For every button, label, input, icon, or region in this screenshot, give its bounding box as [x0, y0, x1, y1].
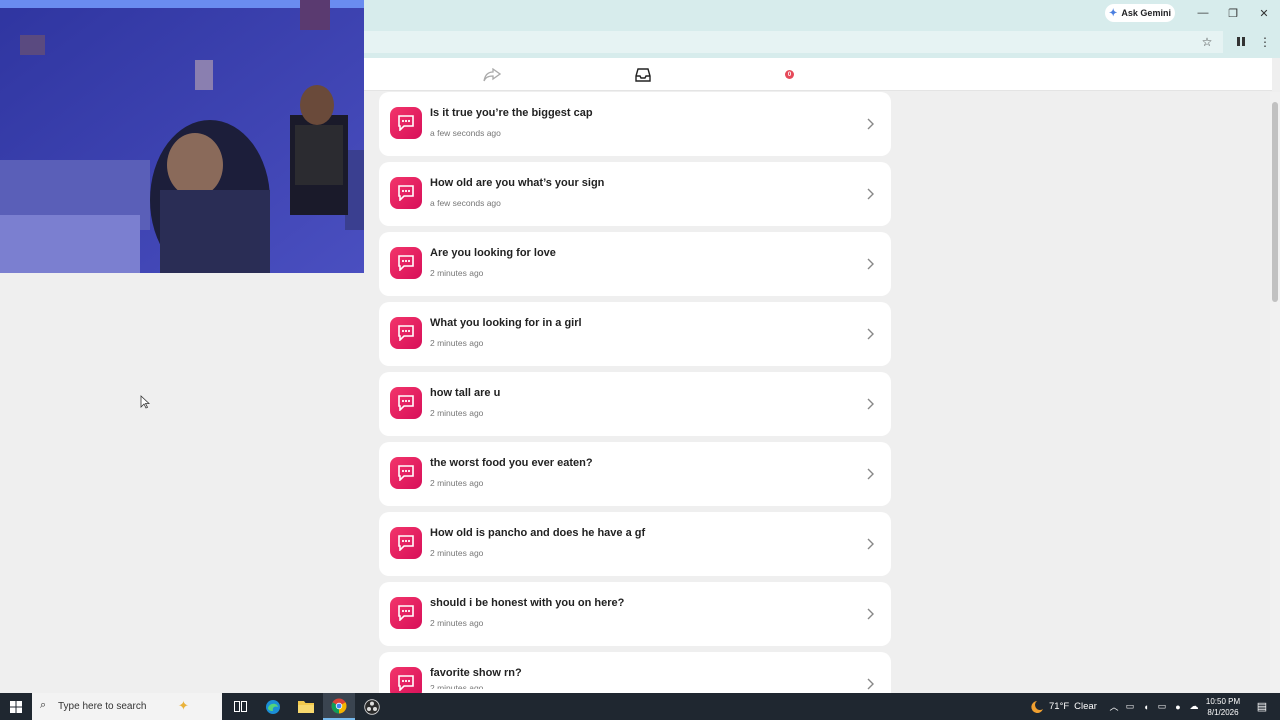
clock-date: 8/1/2026: [1207, 708, 1239, 717]
chrome-icon[interactable]: [323, 693, 355, 720]
question-card[interactable]: favorite show rn? 2 minutes ago: [379, 652, 891, 699]
webcam-overlay: [0, 0, 364, 273]
message-icon: [390, 107, 422, 139]
chevron-right-icon: [867, 328, 874, 340]
chevron-right-icon: [867, 118, 874, 130]
chevron-right-icon: [867, 398, 874, 410]
weather-moon-icon: [1031, 700, 1043, 713]
gemini-sparkle-icon: ✦: [1109, 7, 1118, 19]
restore-icon[interactable]: ❐: [1223, 4, 1243, 22]
question-time: a few seconds ago: [430, 198, 501, 208]
notification-badge[interactable]: 0: [785, 70, 794, 79]
inbox-icon[interactable]: [633, 66, 653, 84]
search-placeholder: Type here to search: [58, 701, 147, 712]
question-text: Is it true you’re the biggest cap: [430, 107, 593, 119]
notification-center-icon[interactable]: ▤: [1252, 693, 1272, 720]
close-icon[interactable]: ✕: [1254, 4, 1274, 22]
task-view-icon[interactable]: [224, 693, 256, 720]
page-content: 0 Is it true you’re the biggest cap a fe…: [364, 58, 1280, 699]
file-explorer-icon[interactable]: [290, 693, 322, 720]
meet-now-icon[interactable]: ▭: [1122, 693, 1138, 720]
page-scrollbar[interactable]: [1270, 92, 1280, 692]
ask-gemini-label: Ask Gemini: [1121, 8, 1171, 18]
microphone-icon[interactable]: ●: [1170, 693, 1186, 720]
message-icon: [390, 597, 422, 629]
windows-taskbar: ⌕ Type here to search ✦ 71°F Clear ︿ ▭ ◖…: [0, 693, 1280, 720]
chevron-right-icon: [867, 188, 874, 200]
weather-description: Clear: [1074, 701, 1097, 712]
search-icon: ⌕: [40, 699, 47, 711]
speaker-icon[interactable]: ◖: [1138, 693, 1154, 720]
question-text: How old are you what’s your sign: [430, 177, 605, 189]
question-card[interactable]: How old are you what’s your sign a few s…: [379, 162, 891, 226]
question-text: the worst food you ever eaten?: [430, 457, 593, 469]
edge-icon[interactable]: [257, 693, 289, 720]
chevron-up-icon[interactable]: ︿: [1106, 693, 1122, 720]
message-icon: [390, 527, 422, 559]
system-clock[interactable]: 10:50 PM 8/1/2026: [1200, 696, 1246, 718]
question-time: 2 minutes ago: [430, 478, 484, 488]
chevron-right-icon: [867, 258, 874, 270]
share-icon[interactable]: [482, 66, 502, 84]
bookmark-star-icon[interactable]: ☆: [1198, 33, 1216, 51]
obs-icon[interactable]: [356, 693, 388, 720]
scrollbar-thumb[interactable]: [1272, 102, 1278, 302]
message-icon: [390, 247, 422, 279]
question-card[interactable]: Is it true you’re the biggest cap a few …: [379, 92, 891, 156]
extensions-icon[interactable]: [1232, 33, 1250, 51]
chevron-right-icon: [867, 608, 874, 620]
question-text: how tall are u: [430, 387, 501, 399]
address-bar[interactable]: [364, 31, 1223, 53]
question-text: should i be honest with you on here?: [430, 597, 625, 609]
question-card[interactable]: How old is pancho and does he have a gf …: [379, 512, 891, 576]
menu-dots-icon[interactable]: ⋮: [1256, 33, 1274, 51]
question-time: 2 minutes ago: [430, 338, 484, 348]
message-icon: [390, 457, 422, 489]
question-card[interactable]: Are you looking for love 2 minutes ago: [379, 232, 891, 296]
question-time: 2 minutes ago: [430, 548, 484, 558]
chevron-right-icon: [867, 468, 874, 480]
page-header: 0: [364, 58, 1272, 91]
windows-start-icon[interactable]: [0, 693, 32, 720]
question-time: 2 minutes ago: [430, 408, 484, 418]
question-text: Are you looking for love: [430, 247, 556, 259]
question-time: 2 minutes ago: [430, 268, 484, 278]
question-card[interactable]: the worst food you ever eaten? 2 minutes…: [379, 442, 891, 506]
question-text: What you looking for in a girl: [430, 317, 582, 329]
question-card[interactable]: should i be honest with you on here? 2 m…: [379, 582, 891, 646]
mouse-cursor-icon: [140, 395, 150, 409]
message-icon: [390, 387, 422, 419]
message-icon: [390, 177, 422, 209]
weather-widget[interactable]: 71°F Clear: [1028, 693, 1097, 720]
question-card[interactable]: how tall are u 2 minutes ago: [379, 372, 891, 436]
search-highlight-icon: ✦: [178, 698, 189, 713]
question-card[interactable]: What you looking for in a girl 2 minutes…: [379, 302, 891, 366]
ask-gemini-button[interactable]: ✦ Ask Gemini: [1105, 4, 1175, 22]
question-text: favorite show rn?: [430, 667, 522, 679]
question-time: a few seconds ago: [430, 128, 501, 138]
network-icon[interactable]: ▭: [1154, 693, 1170, 720]
message-icon: [390, 317, 422, 349]
weather-temperature: 71°F: [1049, 701, 1070, 712]
minimize-icon[interactable]: —: [1193, 4, 1213, 22]
clock-time: 10:50 PM: [1205, 697, 1241, 706]
question-time: 2 minutes ago: [430, 683, 484, 689]
question-text: How old is pancho and does he have a gf: [430, 527, 646, 539]
taskbar-search-input[interactable]: ⌕ Type here to search ✦: [32, 693, 222, 720]
chevron-right-icon: [867, 678, 874, 690]
chevron-right-icon: [867, 538, 874, 550]
question-time: 2 minutes ago: [430, 618, 484, 628]
